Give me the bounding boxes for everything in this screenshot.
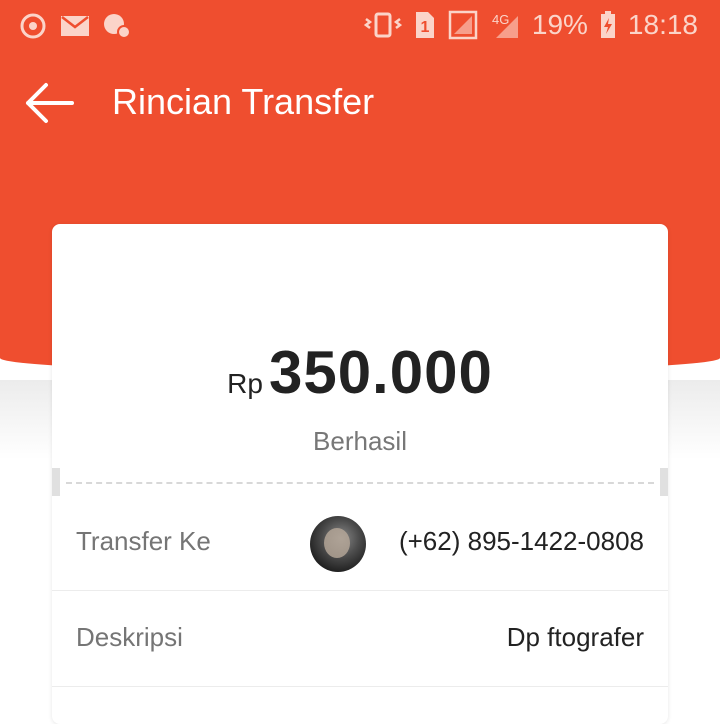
clock: 18:18: [627, 9, 698, 40]
card-notch-left: [52, 468, 60, 496]
page-title: Rincian Transfer: [112, 81, 375, 122]
network-4g-icon: 4G: [490, 10, 520, 40]
transfer-amount: Rp 350.000: [0, 338, 720, 407]
card-notch-right: [660, 468, 668, 496]
app-bar: Rincian Transfer: [0, 70, 720, 134]
detail-label: Deskripsi: [76, 622, 183, 652]
detail-row-description: Deskripsi Dp ftografer: [52, 592, 668, 686]
currency-label: Rp: [227, 368, 263, 399]
detail-row-recipient: Transfer Ke (+62) 895-1422-0808: [52, 496, 668, 590]
battery-charging-icon: [600, 11, 616, 39]
battery-percent: 19%: [531, 9, 588, 40]
svg-text:4G: 4G: [492, 12, 509, 27]
detail-label: Transfer Ke: [76, 526, 211, 556]
svg-text:1: 1: [420, 19, 429, 36]
signal-icon: [448, 10, 478, 40]
back-button[interactable]: [24, 82, 76, 124]
row-divider: [52, 686, 668, 687]
avatar: [310, 516, 366, 572]
sim-icon: 1: [414, 10, 436, 40]
arrow-left-icon: [26, 83, 74, 123]
detail-value: Dp ftografer: [506, 622, 644, 652]
mail-icon: [60, 14, 90, 38]
status-bar: 1 4G 19% 18:18: [0, 0, 720, 52]
sync-icon: [18, 11, 48, 41]
transfer-status: Berhasil: [313, 426, 407, 456]
amount-value: 350.000: [268, 339, 493, 406]
notification-icon: [102, 11, 132, 41]
dashed-divider: [66, 482, 654, 484]
row-divider: [52, 590, 668, 591]
detail-value: (+62) 895-1422-0808: [398, 526, 644, 556]
vibrate-icon: [363, 11, 402, 39]
